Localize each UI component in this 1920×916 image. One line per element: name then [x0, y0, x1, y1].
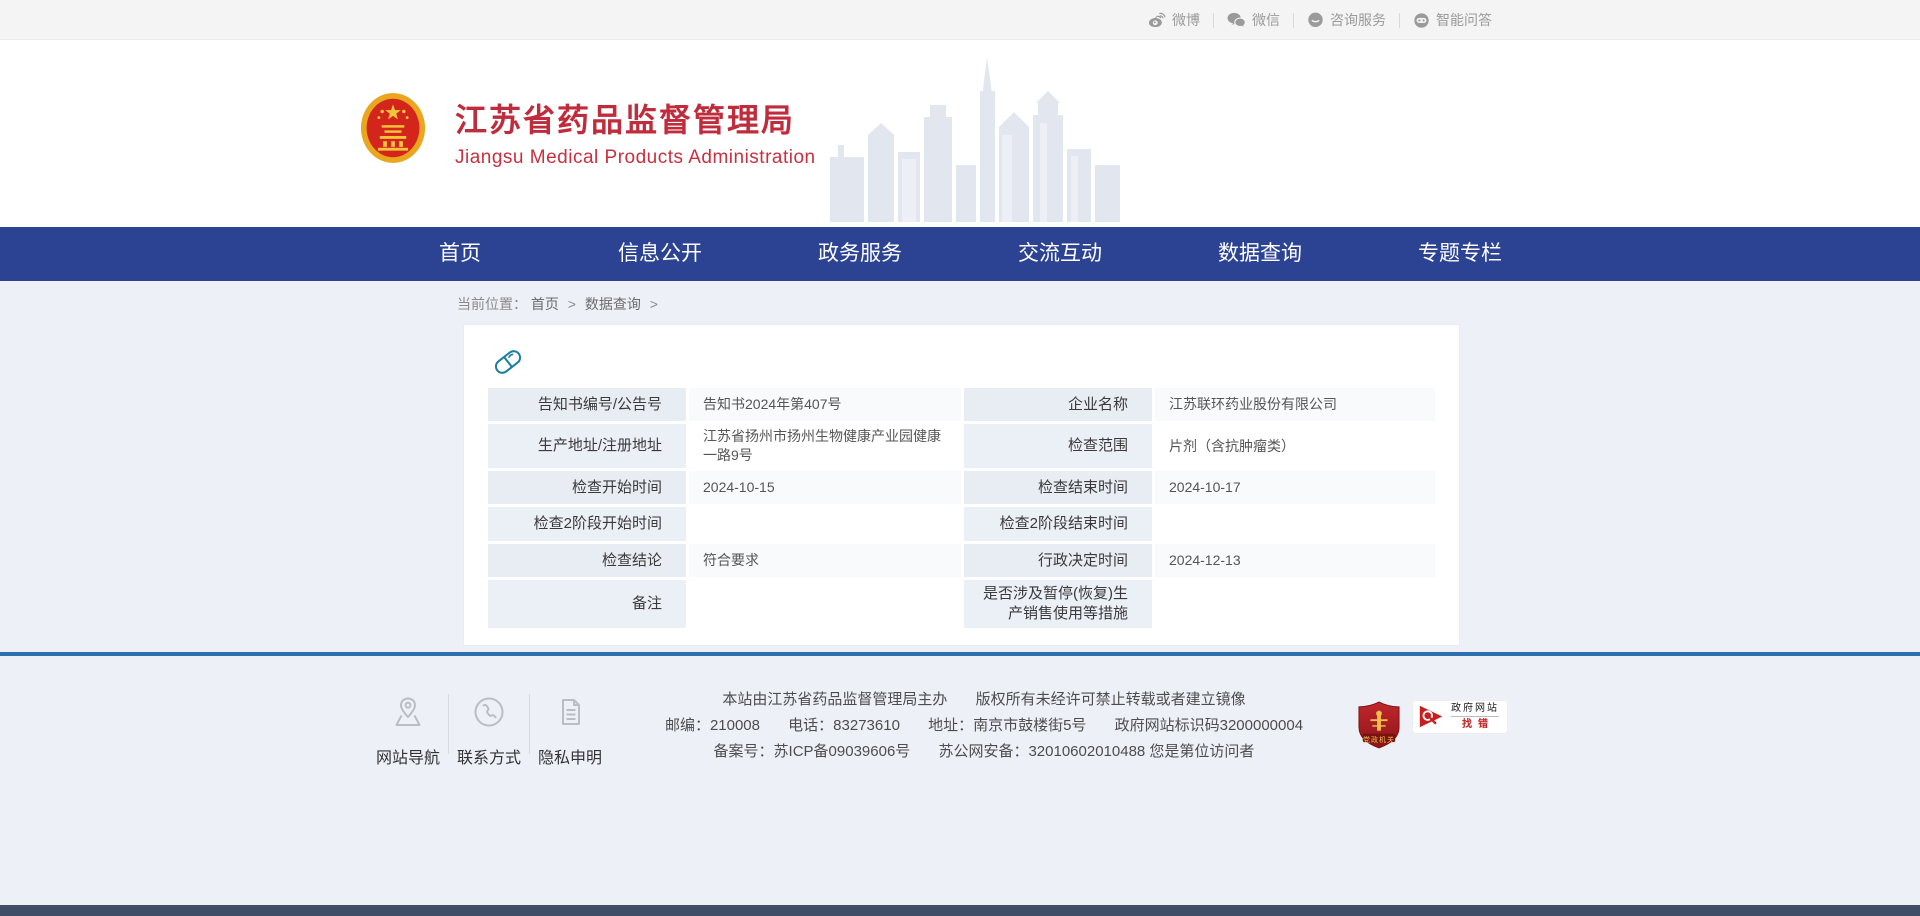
field-value-notice-number: 告知书2024年第407号 [689, 388, 961, 421]
footer-link-privacy[interactable]: 隐私申明 [530, 690, 610, 768]
table-row: 告知书编号/公告号 告知书2024年第407号 企业名称 江苏联环药业股份有限公… [488, 388, 1435, 421]
inspection-detail-card: 告知书编号/公告号 告知书2024年第407号 企业名称 江苏联环药业股份有限公… [463, 324, 1460, 646]
table-row: 检查2阶段开始时间 检查2阶段结束时间 [488, 507, 1435, 541]
footer-postcode: 邮编：210008 [665, 718, 760, 734]
breadcrumb: 当前位置： 首页 > 数据查询 > [360, 294, 1560, 314]
field-label-conclusion: 检查结论 [488, 544, 686, 577]
find-error-badge-label: 找错 [1456, 718, 1494, 731]
topbar-link-wechat[interactable]: 微信 [1214, 10, 1293, 30]
party-gov-badge[interactable]: 党政机关 [1358, 700, 1400, 750]
footer-link-label: 联系方式 [457, 744, 521, 768]
site-subtitle: Jiangsu Medical Products Administration [455, 147, 816, 169]
nav-item-info-disclosure[interactable]: 信息公开 [560, 227, 760, 281]
topbar-link-consult[interactable]: 咨询服务 [1294, 10, 1399, 30]
nav-item-gov-services[interactable]: 政务服务 [760, 227, 960, 281]
breadcrumb-bar: 当前位置： 首页 > 数据查询 > [0, 281, 1920, 324]
field-value-suspension-measures [1155, 580, 1435, 628]
footer-link-site-map[interactable]: 网站导航 [368, 690, 448, 768]
breadcrumb-separator: > [568, 296, 576, 312]
table-row: 生产地址/注册地址 江苏省扬州市扬州生物健康产业园健康一路9号 检查范围 片剂（… [488, 424, 1435, 468]
field-label-address: 生产地址/注册地址 [488, 424, 686, 468]
field-value-conclusion: 符合要求 [689, 544, 961, 577]
field-value-address: 江苏省扬州市扬州生物健康产业园健康一路9号 [689, 424, 961, 468]
gov-site-find-error-badge[interactable]: 政府网站 找错 [1412, 700, 1508, 734]
field-label-start-date: 检查开始时间 [488, 471, 686, 504]
table-row: 检查开始时间 2024-10-15 检查结束时间 2024-10-17 [488, 471, 1435, 504]
top-utility-bar: 微博 微信 咨询服务 智能问答 [0, 0, 1920, 40]
field-label-phase2-start: 检查2阶段开始时间 [488, 507, 686, 541]
wechat-icon [1227, 12, 1246, 28]
footer-line-2: 邮编：210008 电话：83273610 地址：南京市鼓楼街5号 政府网站标识… [610, 718, 1358, 734]
footer-copyright-text: 版权所有未经许可禁止转载或者建立镜像 [976, 692, 1246, 708]
topbar-link-label: 智能问答 [1436, 10, 1492, 30]
nav-item-interaction[interactable]: 交流互动 [960, 227, 1160, 281]
phone-icon [471, 690, 507, 730]
gov-site-badge-label: 政府网站 [1451, 703, 1499, 717]
footer-police-number: 苏公网安备：32010602010488 您是第位访问者 [938, 744, 1254, 760]
field-value-phase2-end [1155, 507, 1435, 541]
field-label-notice-number: 告知书编号/公告号 [488, 388, 686, 421]
bottom-bar [0, 905, 1920, 916]
topbar-link-label: 微博 [1172, 10, 1200, 30]
site-title: 江苏省药品监督管理局 [455, 95, 816, 141]
field-label-remarks: 备注 [488, 580, 686, 628]
map-pin-icon [390, 690, 426, 730]
city-skyline-graphic [830, 57, 1120, 227]
nav-item-data-query[interactable]: 数据查询 [1160, 227, 1360, 281]
footer-line-1: 本站由江苏省药品监督管理局主办 版权所有未经许可禁止转载或者建立镜像 [610, 692, 1358, 708]
field-value-company-name: 江苏联环药业股份有限公司 [1155, 388, 1435, 421]
consult-icon [1307, 12, 1324, 29]
document-icon [552, 690, 588, 730]
footer-address: 地址：南京市鼓楼街5号 [928, 718, 1086, 734]
topbar-link-label: 咨询服务 [1330, 10, 1386, 30]
main-navigation: 首页 信息公开 政务服务 交流互动 数据查询 专题专栏 [0, 227, 1920, 281]
site-header: 江苏省药品监督管理局 Jiangsu Medical Products Admi… [0, 40, 1920, 227]
national-emblem-logo [360, 92, 426, 169]
site-footer: 网站导航 联系方式 [0, 656, 1920, 905]
footer-info: 本站由江苏省药品监督管理局主办 版权所有未经许可禁止转载或者建立镜像 邮编：21… [610, 690, 1358, 770]
table-row: 检查结论 符合要求 行政决定时间 2024-12-13 [488, 544, 1435, 577]
field-value-end-date: 2024-10-17 [1155, 471, 1435, 504]
footer-host-text: 本站由江苏省药品监督管理局主办 [722, 692, 947, 708]
footer-icp-number: 备案号：苏ICP备09039606号 [714, 744, 911, 760]
footer-link-label: 网站导航 [376, 744, 440, 768]
footer-links: 网站导航 联系方式 [368, 690, 610, 770]
inspection-detail-table: 告知书编号/公告号 告知书2024年第407号 企业名称 江苏联环药业股份有限公… [485, 385, 1438, 631]
field-label-phase2-end: 检查2阶段结束时间 [964, 507, 1152, 541]
field-label-inspection-scope: 检查范围 [964, 424, 1152, 468]
field-value-phase2-start [689, 507, 961, 541]
footer-site-code: 政府网站标识码3200000004 [1115, 718, 1303, 734]
magnifier-flag-icon [1417, 703, 1445, 731]
field-value-remarks [689, 580, 961, 628]
field-value-inspection-scope: 片剂（含抗肿瘤类） [1155, 424, 1435, 468]
field-value-start-date: 2024-10-15 [689, 471, 961, 504]
table-row: 备注 是否涉及暂停(恢复)生产销售使用等措施 [488, 580, 1435, 628]
main-content: 告知书编号/公告号 告知书2024年第407号 企业名称 江苏联环药业股份有限公… [0, 324, 1920, 652]
nav-item-special-topics[interactable]: 专题专栏 [1360, 227, 1560, 281]
breadcrumb-prefix: 当前位置： [457, 296, 527, 312]
field-value-decision-date: 2024-12-13 [1155, 544, 1435, 577]
field-label-decision-date: 行政决定时间 [964, 544, 1152, 577]
field-label-company-name: 企业名称 [964, 388, 1152, 421]
breadcrumb-separator: > [650, 296, 658, 312]
breadcrumb-home-link[interactable]: 首页 [531, 296, 559, 312]
footer-phone: 电话：83273610 [788, 718, 900, 734]
footer-line-3: 备案号：苏ICP备09039606号 苏公网安备：32010602010488 … [610, 744, 1358, 760]
footer-badges: 党政机关 政府网站 找错 [1358, 700, 1508, 770]
topbar-link-smart-qa[interactable]: 智能问答 [1400, 10, 1505, 30]
topbar-link-weibo[interactable]: 微博 [1134, 10, 1213, 30]
topbar-link-label: 微信 [1252, 10, 1280, 30]
breadcrumb-section-link[interactable]: 数据查询 [585, 296, 641, 312]
field-label-suspension-measures: 是否涉及暂停(恢复)生产销售使用等措施 [964, 580, 1152, 628]
qa-robot-icon [1413, 12, 1430, 29]
weibo-icon [1147, 12, 1166, 28]
pill-icon [491, 345, 1438, 375]
nav-item-home[interactable]: 首页 [360, 227, 560, 281]
footer-link-contact[interactable]: 联系方式 [449, 690, 529, 768]
party-gov-badge-label: 党政机关 [1358, 735, 1400, 745]
footer-link-label: 隐私申明 [538, 744, 602, 768]
site-brand: 江苏省药品监督管理局 Jiangsu Medical Products Admi… [455, 95, 816, 169]
field-label-end-date: 检查结束时间 [964, 471, 1152, 504]
